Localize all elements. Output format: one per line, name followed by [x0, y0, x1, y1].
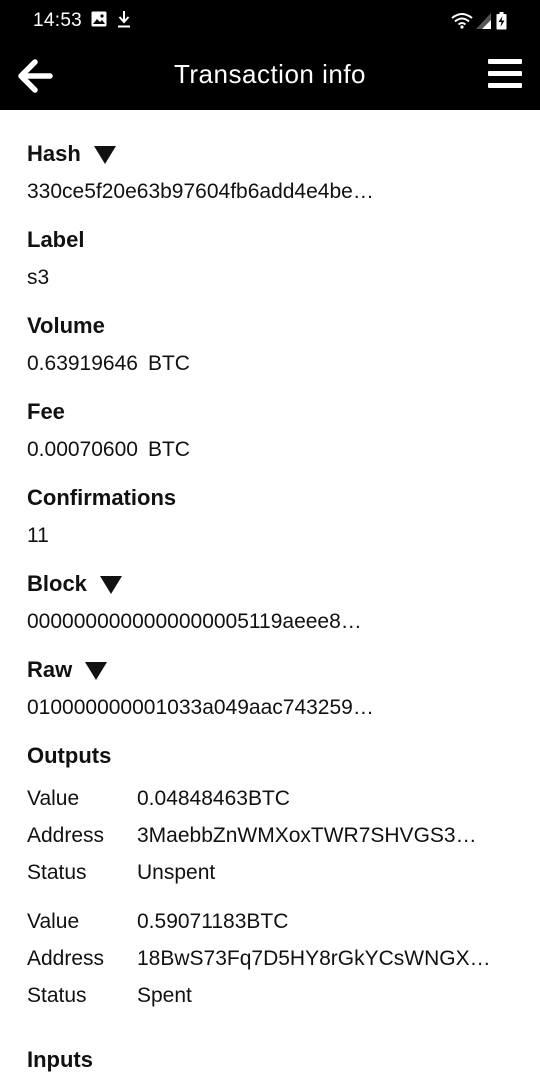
cellular-signal-icon [476, 13, 492, 34]
output-address-key: Address [27, 946, 105, 970]
fee-section: Fee 0.00070600 BTC [27, 398, 527, 464]
volume-unit: BTC [147, 352, 190, 375]
block-section: Block 0000000000000000005119aeee8… [27, 570, 527, 636]
download-notification-icon [117, 11, 131, 33]
output-status: Unspent [137, 860, 216, 884]
inputs-section: Inputs [27, 1046, 527, 1074]
hash-section: Hash 330ce5f20e63b97604fb6add4e4be… [27, 140, 527, 206]
menu-button[interactable] [486, 55, 526, 95]
block-toggle[interactable]: Block [27, 570, 527, 598]
output-item: Value 0.04848463BTC Address 3MaebbZnWMXo… [27, 780, 527, 891]
status-bar: 14:53 [0, 0, 540, 42]
raw-value: 010000000001033a049aac743259… [27, 696, 374, 719]
output-status-row: Status Unspent [27, 854, 527, 891]
status-time: 14:53 [33, 10, 83, 31]
raw-section: Raw 010000000001033a049aac743259… [27, 656, 527, 722]
output-value-key: Value [27, 786, 80, 810]
app-bar: Transaction info [0, 42, 540, 110]
output-address[interactable]: 3MaebbZnWMXoxTWR7SHVGS3… [137, 822, 517, 850]
volume-section: Volume 0.63919646 BTC [27, 312, 527, 378]
output-address[interactable]: 18BwS73Fq7D5HY8rGkYCsWNGX… [137, 945, 517, 973]
wifi-icon [451, 12, 473, 34]
hash-toggle[interactable]: Hash [27, 140, 527, 168]
output-status: Spent [137, 983, 192, 1007]
transaction-details: Hash 330ce5f20e63b97604fb6add4e4be… Labe… [27, 110, 527, 1074]
block-label: Block [27, 571, 87, 596]
fee-row: 0.00070600 BTC [27, 436, 527, 464]
label-section: Label s3 [27, 226, 527, 292]
outputs-label: Outputs [27, 743, 112, 768]
volume-value: 0.63919646 [27, 352, 138, 375]
triangle-down-icon [85, 662, 108, 680]
output-status-key: Status [27, 860, 87, 884]
hamburger-menu-icon [488, 59, 522, 88]
output-value-row: Value 0.04848463BTC [27, 780, 527, 817]
confirmations-label: Confirmations [27, 485, 177, 510]
fee-label: Fee [27, 399, 65, 424]
page-title: Transaction info [173, 59, 367, 89]
output-status-row: Status Spent [27, 977, 527, 1014]
confirmations-section: Confirmations 11 [27, 484, 527, 550]
output-address-row: Address 18BwS73Fq7D5HY8rGkYCsWNGX… [27, 940, 527, 977]
gallery-notification-icon [91, 11, 107, 32]
output-address-row: Address 3MaebbZnWMXoxTWR7SHVGS3… [27, 817, 527, 854]
hash-value: 330ce5f20e63b97604fb6add4e4be… [27, 180, 374, 203]
confirmations-value: 11 [27, 524, 49, 547]
output-item: Value 0.59071183BTC Address 18BwS73Fq7D5… [27, 903, 527, 1014]
output-value: 0.04848463BTC [137, 786, 290, 810]
volume-label: Volume [27, 313, 105, 338]
output-address-key: Address [27, 823, 105, 847]
volume-row: 0.63919646 BTC [27, 350, 527, 378]
output-value-row: Value 0.59071183BTC [27, 903, 527, 940]
raw-toggle[interactable]: Raw [27, 656, 527, 684]
block-value: 0000000000000000005119aeee8… [27, 610, 362, 633]
label-label: Label [27, 227, 85, 252]
output-value: 0.59071183BTC [137, 909, 289, 933]
fee-unit: BTC [147, 438, 190, 461]
fee-value: 0.00070600 [27, 438, 138, 461]
inputs-label: Inputs [27, 1047, 93, 1072]
output-status-key: Status [27, 983, 87, 1007]
hash-label: Hash [27, 141, 81, 166]
battery-charging-icon [496, 12, 507, 35]
label-value: s3 [27, 266, 50, 289]
raw-label: Raw [27, 657, 73, 682]
output-value-key: Value [27, 909, 80, 933]
triangle-down-icon [99, 576, 122, 594]
outputs-section: Outputs Value 0.04848463BTC Address 3Mae… [27, 742, 527, 1014]
triangle-down-icon [93, 146, 116, 164]
